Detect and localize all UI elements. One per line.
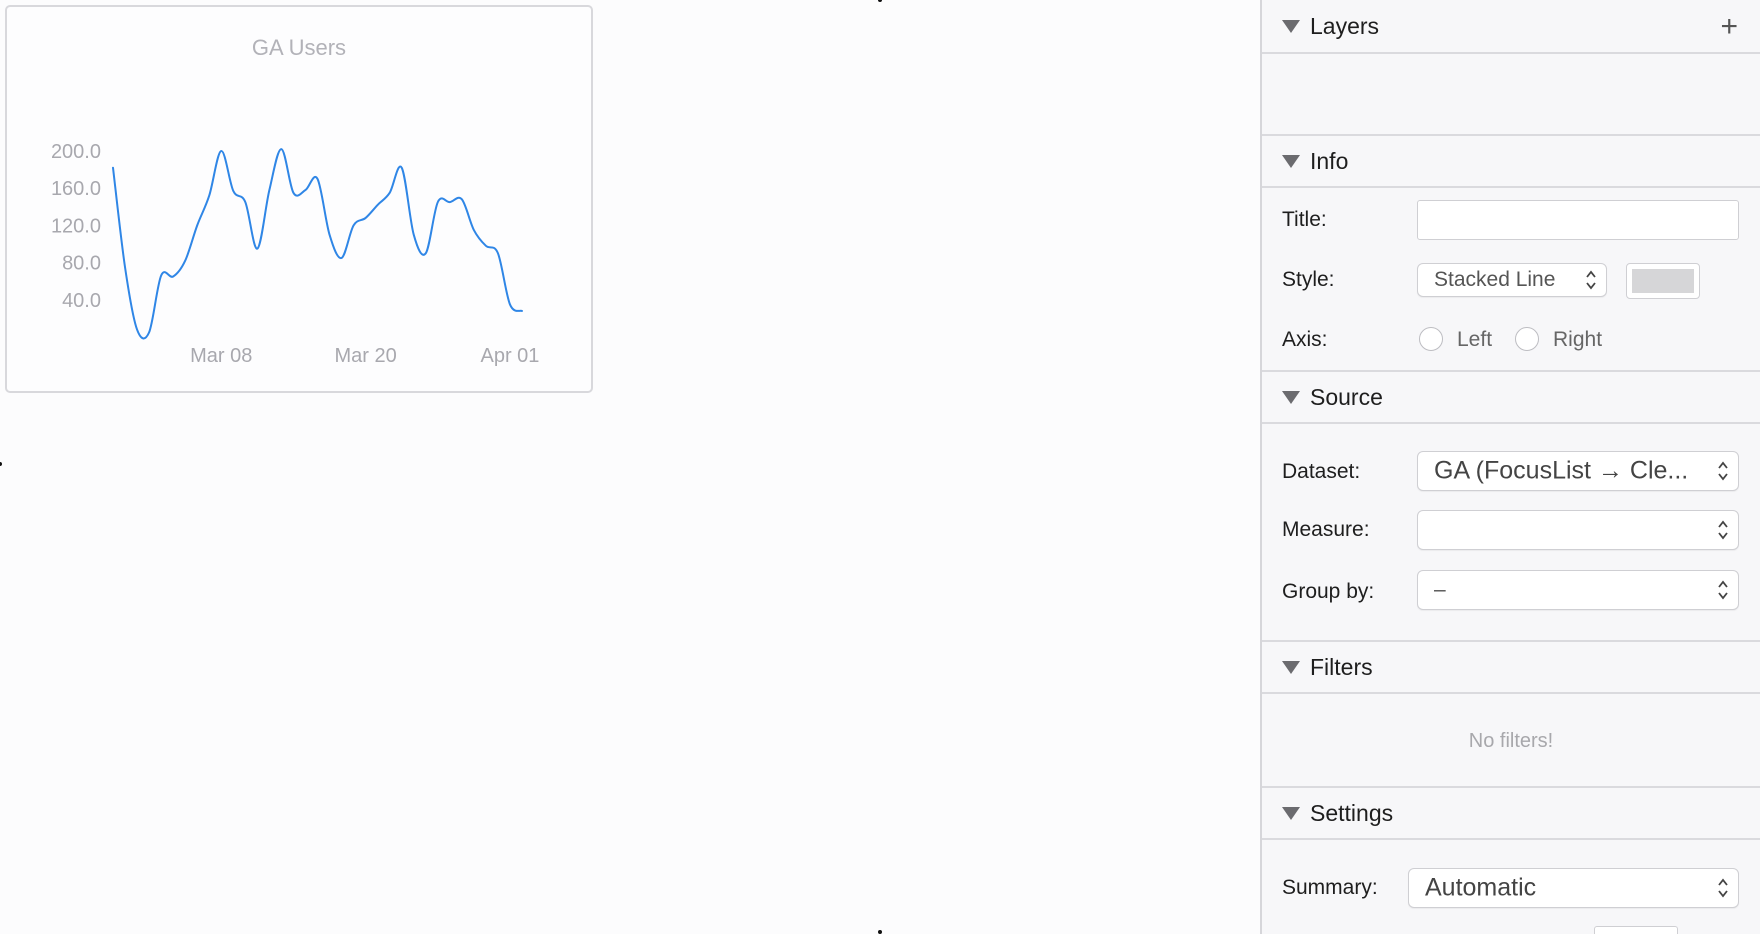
y-tick-label: 40.0 xyxy=(62,290,101,312)
updown-chevron-icon xyxy=(1718,878,1728,898)
updown-chevron-icon xyxy=(1718,520,1728,540)
y-tick-label: 160.0 xyxy=(51,178,101,200)
info-section-title: Info xyxy=(1310,147,1349,174)
summary-row: Summary: Automatic xyxy=(1262,866,1760,910)
dataset-label: Dataset: xyxy=(1282,460,1361,483)
updown-chevron-icon xyxy=(1718,461,1728,481)
color-swatch xyxy=(1632,269,1694,293)
source-section-title: Source xyxy=(1310,383,1383,410)
title-input[interactable] xyxy=(1417,200,1739,240)
updown-chevron-icon xyxy=(1586,270,1596,290)
measure-label: Measure: xyxy=(1282,518,1370,541)
dataset-popup-value: GA (FocusList → Cle... xyxy=(1434,456,1689,485)
selection-handle-bottom[interactable] xyxy=(878,930,882,934)
groupby-row: Group by: – xyxy=(1262,570,1760,614)
disclosure-triangle-icon[interactable] xyxy=(1282,806,1300,820)
groupby-label: Group by: xyxy=(1282,580,1375,603)
groupby-popup-value: – xyxy=(1434,578,1446,601)
partial-field[interactable] xyxy=(1594,926,1678,934)
no-filters-text: No filters! xyxy=(1468,730,1554,752)
y-axis-ticks: 200.0 160.0 120.0 80.0 40.0 xyxy=(51,141,101,312)
y-tick-label: 120.0 xyxy=(51,215,101,237)
title-label: Title: xyxy=(1282,208,1327,231)
x-tick-label: Mar 08 xyxy=(190,345,252,367)
series-line xyxy=(112,148,523,340)
info-section-header[interactable]: Info xyxy=(1262,134,1760,188)
x-tick-label: Mar 20 xyxy=(334,345,396,367)
dataset-row: Dataset: GA (FocusList → Cle... xyxy=(1262,450,1760,494)
measure-row: Measure: xyxy=(1262,508,1760,552)
groupby-popup[interactable]: – xyxy=(1417,570,1739,610)
axis-left-label[interactable]: Left xyxy=(1457,328,1492,352)
axis-right-radio[interactable] xyxy=(1515,327,1539,351)
selection-handle-top[interactable] xyxy=(878,0,882,2)
summary-popup-value: Automatic xyxy=(1425,873,1537,902)
inspector-panel: Layers + Info Title: Style: Stacked Line… xyxy=(1260,0,1760,934)
axis-label: Axis: xyxy=(1282,328,1328,351)
measure-popup[interactable] xyxy=(1417,510,1739,550)
dataset-popup[interactable]: GA (FocusList → Cle... xyxy=(1417,451,1739,491)
y-tick-label: 80.0 xyxy=(62,253,101,275)
settings-section-header[interactable]: Settings xyxy=(1262,786,1760,840)
settings-section-title: Settings xyxy=(1310,799,1394,826)
style-popup[interactable]: Stacked Line xyxy=(1417,263,1607,297)
disclosure-triangle-icon[interactable] xyxy=(1282,19,1300,33)
axis-right-label[interactable]: Right xyxy=(1553,328,1602,352)
line-chart: GA Users 200.0160.0120.080.040.0 Mar 08 M… xyxy=(51,35,540,367)
summary-popup[interactable]: Automatic xyxy=(1408,868,1739,908)
layers-section-header[interactable]: Layers + xyxy=(1262,0,1760,54)
x-tick-label: Apr 01 xyxy=(481,345,540,367)
updown-chevron-icon xyxy=(1718,580,1728,600)
style-label: Style: xyxy=(1282,268,1335,291)
title-row: Title: xyxy=(1262,198,1760,242)
chart-card[interactable]: GA Users 200.0 160.0 120.0 80.0 40.0 Mar 08 M… xyxy=(5,5,593,393)
summary-label: Summary: xyxy=(1282,876,1378,899)
color-well[interactable] xyxy=(1626,263,1700,299)
source-section-header[interactable]: Source xyxy=(1262,370,1760,424)
style-popup-value: Stacked Line xyxy=(1434,268,1556,291)
disclosure-triangle-icon[interactable] xyxy=(1282,660,1300,674)
selection-handle-left[interactable] xyxy=(0,462,2,466)
y-tick-label: 200.0 xyxy=(51,141,101,163)
layers-section-title: Layers xyxy=(1310,12,1380,39)
filters-section-title: Filters xyxy=(1310,653,1373,680)
plus-icon[interactable]: + xyxy=(1720,12,1738,42)
disclosure-triangle-icon[interactable] xyxy=(1282,154,1300,168)
filters-section-header[interactable]: Filters xyxy=(1262,640,1760,694)
canvas-area[interactable]: GA Users 200.0 160.0 120.0 80.0 40.0 Mar 08 M… xyxy=(0,0,1260,934)
chart-title: GA Users xyxy=(252,35,346,60)
axis-left-radio[interactable] xyxy=(1419,327,1443,351)
x-axis-ticks: Mar 08 Mar 20 Apr 01 xyxy=(190,345,539,367)
axis-row: Axis: Left Right xyxy=(1262,318,1760,362)
style-row: Style: Stacked Line xyxy=(1262,258,1760,302)
disclosure-triangle-icon[interactable] xyxy=(1282,390,1300,404)
layers-list[interactable] xyxy=(1262,54,1760,134)
